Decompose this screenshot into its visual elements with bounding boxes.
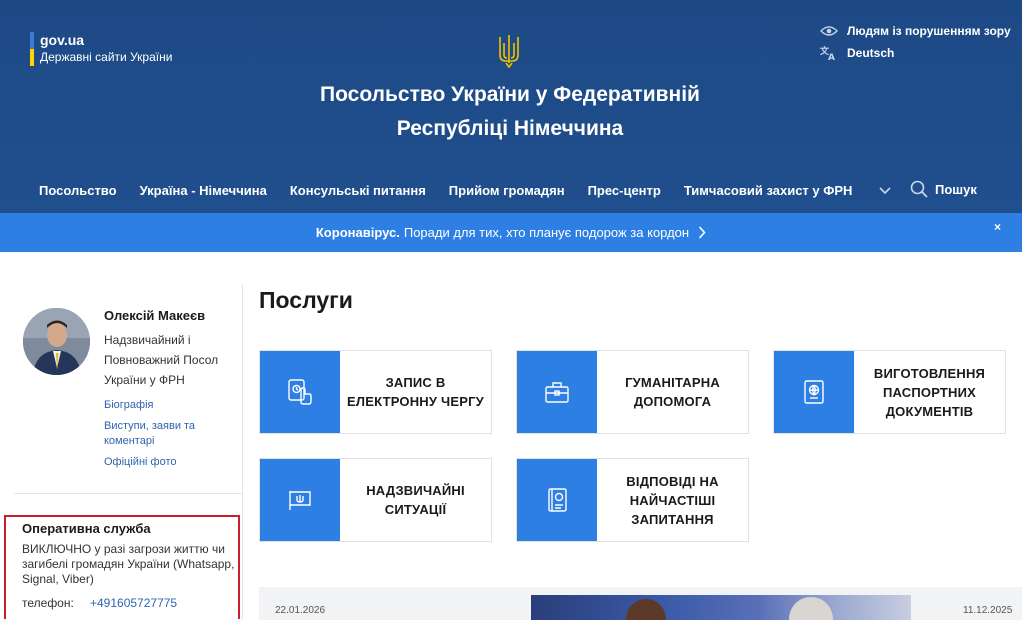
service-card-passport[interactable]: ВИГОТОВЛЕННЯ ПАСПОРТНИХ ДОКУМЕНТІВ <box>773 350 1006 434</box>
nav-item-ukraine-germany[interactable]: Україна - Німеччина <box>140 183 267 198</box>
svg-text:A: A <box>828 53 835 61</box>
accessibility-label: Людям із порушенням зору <box>847 24 1011 38</box>
service-card-electronic-queue[interactable]: ЗАПИС В ЕЛЕКТРОННУ ЧЕРГУ <box>259 350 492 434</box>
site-title-line-2: Республіці Німеччина <box>396 117 624 140</box>
main-navigation: Посольство Україна - Німеччина Консульсь… <box>39 178 875 202</box>
ambassador-links: Біографія Виступи, заяви та коментарі Оф… <box>104 398 234 476</box>
nav-item-embassy[interactable]: Посольство <box>39 183 117 198</box>
ambassador-name[interactable]: Олексій Макеєв <box>104 308 205 323</box>
gov-ua-logo[interactable]: gov.ua Державні сайти України <box>30 32 172 66</box>
briefcase-icon <box>545 382 569 403</box>
phone-label: телефон: <box>22 596 74 610</box>
site-title-line-1: Посольство України у Федеративній <box>320 83 700 106</box>
flag-icon <box>289 491 311 510</box>
search-icon <box>910 180 928 198</box>
services-heading: Послуги <box>259 287 353 313</box>
covid-banner[interactable]: Коронавірус. Поради для тих, хто планує … <box>0 213 1022 252</box>
search-button[interactable]: Пошук <box>910 180 977 198</box>
passport-icon <box>804 380 824 404</box>
phone-number-link[interactable]: +491605727775 <box>90 596 177 610</box>
translate-icon: 文A <box>820 45 838 61</box>
operative-phone-row: телефон: +491605727775 <box>22 596 238 610</box>
biography-link[interactable]: Біографія <box>104 398 234 413</box>
news-date: 22.01.2026 <box>275 605 326 616</box>
gov-ua-name: gov.ua <box>40 32 85 48</box>
service-card-label: НАДЗВИЧАЙНІ СИТУАЦІЇ <box>366 483 465 517</box>
service-card-label: ВІДПОВІДІ НА НАЙЧАСТІШІ ЗАПИТАННЯ <box>626 473 719 527</box>
faq-book-icon <box>548 488 567 512</box>
nav-item-press-center[interactable]: Прес-центр <box>588 183 661 198</box>
service-card-label: ЗАПИС В ЕЛЕКТРОННУ ЧЕРГУ <box>347 375 484 409</box>
electronic-queue-icon <box>288 379 312 405</box>
operative-service-text: ВИКЛЮЧНО у разі загрози життю чи загибел… <box>22 542 235 586</box>
trident-icon[interactable] <box>497 33 521 69</box>
page-site-title[interactable]: Посольство України у Федеративній Респуб… <box>260 78 760 146</box>
nav-item-reception[interactable]: Прийом громадян <box>449 183 565 198</box>
nav-item-temporary-protection[interactable]: Тимчасовий захист у ФРН <box>684 183 853 198</box>
top-utility-links: Людям із порушенням зору 文A Deutsch <box>820 20 1020 64</box>
service-card-humanitarian-aid[interactable]: ГУМАНІТАРНА ДОПОМОГА <box>516 350 749 434</box>
news-date: 11.12.2025 <box>963 605 1013 616</box>
operative-service-title: Оперативна служба <box>22 521 151 536</box>
nav-item-consular[interactable]: Консульські питання <box>290 183 426 198</box>
sidebar-divider <box>14 493 243 494</box>
chevron-right-icon <box>699 226 706 239</box>
service-card-emergency[interactable]: НАДЗВИЧАЙНІ СИТУАЦІЇ <box>259 458 492 542</box>
language-label: Deutsch <box>847 46 895 60</box>
banner-bold-text: Коронавірус. <box>315 225 400 240</box>
chevron-down-icon[interactable] <box>878 183 892 197</box>
official-photos-link[interactable]: Офіційні фото <box>104 455 234 470</box>
service-card-faq[interactable]: ВІДПОВІДІ НА НАЙЧАСТІШІ ЗАПИТАННЯ <box>516 458 749 542</box>
service-card-label: ГУМАНІТАРНА ДОПОМОГА <box>625 375 720 409</box>
operative-service-box: Оперативна служба ВИКЛЮЧНО у разі загроз… <box>4 515 240 619</box>
search-label: Пошук <box>935 181 977 197</box>
news-image[interactable] <box>531 595 911 620</box>
ambassador-avatar[interactable] <box>23 308 90 375</box>
ambassador-role: Надзвичайний і Повноважний Посол України… <box>104 333 219 387</box>
language-link[interactable]: 文A Deutsch <box>820 42 1020 64</box>
site-header: gov.ua Державні сайти України Посольство… <box>0 0 1022 213</box>
service-card-label: ВИГОТОВЛЕННЯ ПАСПОРТНИХ ДОКУМЕНТІВ <box>873 365 986 419</box>
eye-icon <box>820 23 838 39</box>
banner-close-button[interactable]: × <box>994 220 1001 234</box>
gov-ua-subtitle: Державні сайти України <box>40 50 173 64</box>
banner-text: Поради для тих, хто планує подорож за ко… <box>403 225 690 240</box>
accessibility-link[interactable]: Людям із порушенням зору <box>820 20 1020 42</box>
speeches-link[interactable]: Виступи, заяви та коментарі <box>104 419 234 449</box>
